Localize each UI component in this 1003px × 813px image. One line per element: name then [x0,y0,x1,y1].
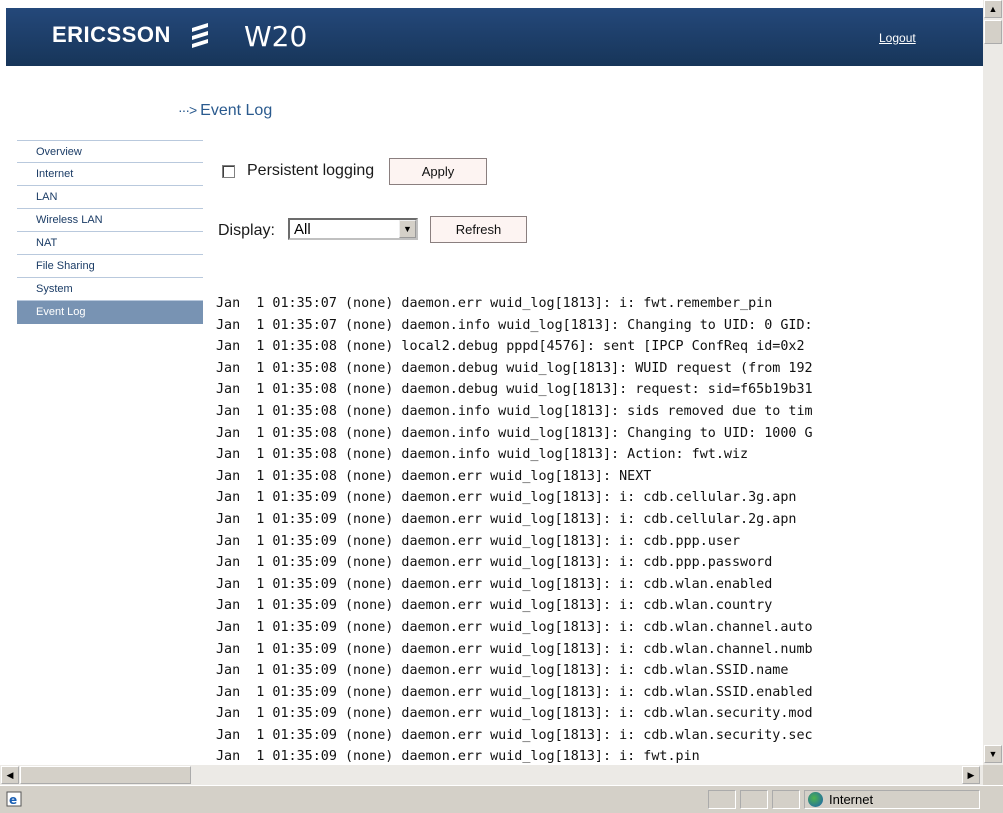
browser-viewport: ERICSSON W20 Logout ···> Event Log Overvi… [0,0,983,765]
sidebar-item-internet[interactable]: Internet [17,163,203,186]
chevron-down-icon[interactable]: ▼ [399,220,416,238]
sidebar-item-event-log[interactable]: Event Log [17,301,203,324]
log-line: Jan 1 01:35:09 (none) daemon.err wuid_lo… [216,619,813,635]
persistent-logging-label: Persistent logging [247,162,375,179]
display-label: Display: [218,222,275,239]
sidebar-item-wireless-lan[interactable]: Wireless LAN [17,209,203,232]
header-banner: ERICSSON W20 Logout [6,8,983,66]
scroll-up-icon[interactable]: ▲ [984,0,1002,18]
log-line: Jan 1 01:35:09 (none) daemon.err wuid_lo… [216,663,789,679]
logout-link[interactable]: Logout [879,31,916,45]
log-line: Jan 1 01:35:08 (none) daemon.debug wuid_… [216,360,813,376]
sidebar-nav: Overview Internet LAN Wireless LAN NAT File S… [17,140,203,324]
page-title-text: Event Log [200,102,273,119]
log-line: Jan 1 01:35:08 (none) daemon.info wuid_l… [216,447,749,463]
log-line: Jan 1 01:35:08 (none) local2.debug pppd[… [216,339,805,355]
sidebar-item-overview[interactable]: Overview [17,140,203,163]
brand-logo-text: ERICSSON [52,22,171,47]
sidebar-item-file-sharing[interactable]: File Sharing [17,255,203,278]
log-line: Jan 1 01:35:08 (none) daemon.err wuid_lo… [216,468,652,484]
scroll-left-icon[interactable]: ◀ [1,766,19,784]
log-line: Jan 1 01:35:09 (none) daemon.err wuid_lo… [216,511,797,527]
title-arrow-icon: ···> [178,102,197,118]
log-line: Jan 1 01:35:07 (none) daemon.info wuid_l… [216,317,813,333]
log-line: Jan 1 01:35:09 (none) daemon.err wuid_lo… [216,533,741,549]
status-cell [772,790,800,809]
apply-button[interactable]: Apply [389,158,487,185]
log-line: Jan 1 01:35:09 (none) daemon.err wuid_lo… [216,727,813,743]
log-line: Jan 1 01:35:09 (none) daemon.err wuid_lo… [216,576,773,592]
log-line: Jan 1 01:35:09 (none) daemon.err wuid_lo… [216,684,813,700]
log-line: Jan 1 01:35:09 (none) daemon.err wuid_lo… [216,706,813,722]
sidebar-item-system[interactable]: System [17,278,203,301]
status-cell [740,790,768,809]
log-line: Jan 1 01:35:09 (none) daemon.err wuid_lo… [216,598,773,614]
log-line: Jan 1 01:35:08 (none) daemon.debug wuid_… [216,382,813,398]
vertical-scroll-thumb[interactable] [984,20,1002,44]
display-select[interactable]: All ▼ [288,218,418,240]
log-line: Jan 1 01:35:07 (none) daemon.err wuid_lo… [216,296,773,311]
scroll-corner [983,765,1003,785]
security-zone-label: Internet [829,792,874,807]
ie-page-icon: e [6,791,22,807]
log-line: Jan 1 01:35:09 (none) daemon.err wuid_lo… [216,490,797,506]
internet-globe-icon [808,792,823,807]
refresh-button[interactable]: Refresh [430,216,527,243]
scroll-down-icon[interactable]: ▼ [984,745,1002,763]
log-line: Jan 1 01:35:09 (none) daemon.err wuid_lo… [216,641,813,657]
page-title: ···> Event Log [178,102,272,120]
scroll-right-icon[interactable]: ▶ [962,766,980,784]
persistent-logging-checkbox[interactable] [222,164,235,178]
status-cell [708,790,736,809]
persistent-logging-row: Persistent logging [222,158,374,184]
ericsson-logo-icon [192,23,208,48]
status-bar: e Internet [0,785,1003,813]
svg-text:e: e [9,793,17,807]
log-line: Jan 1 01:35:08 (none) daemon.info wuid_l… [216,425,813,441]
event-log-output: Jan 1 01:35:07 (none) daemon.err wuid_lo… [216,293,983,763]
horizontal-scroll-thumb[interactable] [20,766,191,784]
security-zone: Internet [808,790,873,809]
sidebar-item-nat[interactable]: NAT [17,232,203,255]
log-line: Jan 1 01:35:08 (none) daemon.info wuid_l… [216,403,813,419]
product-name: W20 [244,20,308,53]
display-select-value: All [294,221,311,238]
horizontal-scrollbar[interactable]: ◀ ▶ [0,765,983,785]
log-line: Jan 1 01:35:09 (none) daemon.err wuid_lo… [216,749,700,763]
vertical-scrollbar[interactable]: ▲ ▼ [983,0,1003,765]
log-line: Jan 1 01:35:09 (none) daemon.err wuid_lo… [216,555,773,571]
sidebar-item-lan[interactable]: LAN [17,186,203,209]
